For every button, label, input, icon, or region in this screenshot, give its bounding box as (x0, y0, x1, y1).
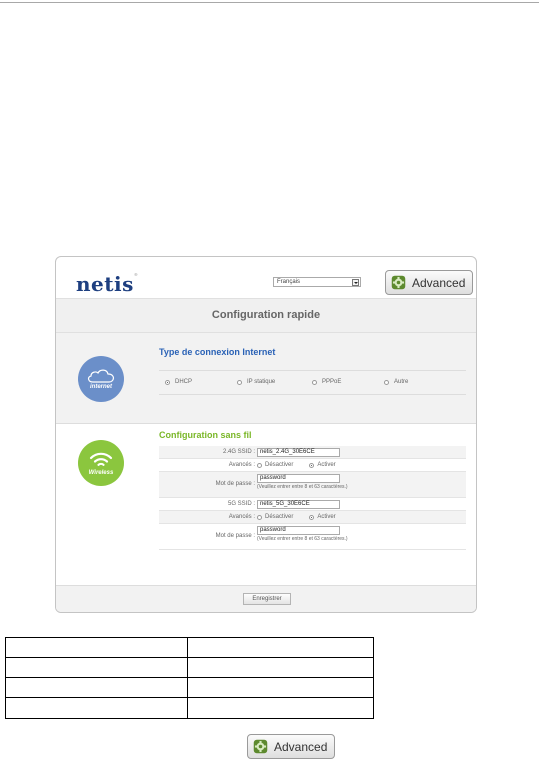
advanced-5-row: Avancés : Désactiver Activer (159, 511, 466, 524)
radio-button[interactable] (384, 379, 389, 385)
advanced-button-standalone[interactable]: Advanced (247, 734, 335, 759)
language-select-value: Français (277, 279, 301, 285)
advanced-24-row: Avancés : Désactiver Activer (159, 459, 466, 472)
radio-static-ip[interactable]: IP statique (237, 379, 275, 385)
advanced-button[interactable]: Advanced (385, 270, 473, 295)
enable-24-label: Activer (317, 462, 336, 468)
router-config-window: netis® Français Advanced Configuration r… (55, 256, 477, 613)
gear-icon (253, 739, 268, 754)
password-5-row: Mot de passe : password (Veuillez entrer… (159, 524, 466, 550)
wireless-settings-table: 2.4G SSID : netis_2.4G_30E6CE Avancés : … (159, 446, 466, 550)
ssid-5-row: 5G SSID : netis_5G_30E6CE (159, 498, 466, 511)
internet-cloud-icon: internet (78, 356, 124, 402)
top-rule (0, 2, 539, 3)
radio-dhcp[interactable]: DHCP (165, 379, 192, 385)
advanced-button-label: Advanced (412, 275, 466, 290)
ssid-5-input[interactable]: netis_5G_30E6CE (257, 500, 340, 509)
ssid-24-label: 2.4G SSID : (222, 449, 255, 455)
password-5-hint: (Veuillez entrer entre 8 et 63 caractère… (257, 536, 348, 542)
radio-enable-5[interactable] (309, 514, 315, 520)
table-row-divider (6, 697, 373, 698)
advanced-24-label: Avancés : (228, 462, 255, 468)
internet-icon-caption: internet (89, 383, 112, 390)
table-row-divider (6, 657, 373, 658)
save-button[interactable]: Enregistrer (243, 593, 291, 605)
radio-button[interactable] (312, 379, 317, 385)
disable-24-label: Désactiver (265, 462, 294, 468)
wifi-icon (89, 452, 113, 466)
ssid-5-label: 5G SSID : (227, 501, 255, 507)
radio-disable-5[interactable] (257, 514, 262, 520)
radio-button[interactable] (237, 379, 242, 385)
ssid-24-row: 2.4G SSID : netis_2.4G_30E6CE (159, 446, 466, 459)
gear-icon (391, 275, 406, 290)
netis-logo: netis® (76, 272, 139, 296)
radio-enable-24[interactable] (309, 462, 315, 468)
password-5-label: Mot de passe : (215, 533, 255, 539)
wireless-section-title: Configuration sans fil (159, 430, 252, 440)
language-select[interactable]: Français (273, 277, 361, 287)
password-24-row: Mot de passe : password (Veuillez entrer… (159, 472, 466, 498)
radio-other[interactable]: Autre (384, 379, 408, 385)
cloud-icon (87, 369, 114, 383)
table-column-divider (187, 638, 188, 718)
internet-section-title: Type de connexion Internet (159, 347, 276, 357)
wireless-icon-caption: Wireless (88, 469, 114, 476)
password-24-input[interactable]: password (257, 474, 340, 483)
password-24-label: Mot de passe : (215, 481, 255, 487)
password-24-hint: (Veuillez entrer entre 8 et 63 caractère… (257, 484, 348, 490)
radio-button[interactable] (165, 379, 170, 385)
connection-type-options: DHCP IP statique PPPoE Autre (159, 370, 466, 395)
password-5-input[interactable]: password (257, 526, 340, 535)
page-title: Configuration rapide (56, 298, 476, 333)
radio-pppoe[interactable]: PPPoE (312, 379, 341, 385)
footer-bar: Enregistrer (56, 585, 476, 612)
wireless-section: Wireless Configuration sans fil 2.4G SSI… (56, 424, 476, 584)
radio-disable-24[interactable] (257, 462, 262, 468)
enable-5-label: Activer (317, 514, 336, 520)
internet-section: internet Type de connexion Internet DHCP… (56, 333, 476, 424)
table-row-divider (6, 677, 373, 678)
wireless-icon-badge: Wireless (78, 440, 124, 486)
advanced-5-label: Avancés : (228, 514, 255, 520)
disable-5-label: Désactiver (265, 514, 294, 520)
ssid-24-input[interactable]: netis_2.4G_30E6CE (257, 448, 340, 457)
advanced-button-label: Advanced (274, 739, 328, 754)
chevron-down-icon[interactable] (352, 279, 359, 286)
empty-table (5, 637, 374, 719)
